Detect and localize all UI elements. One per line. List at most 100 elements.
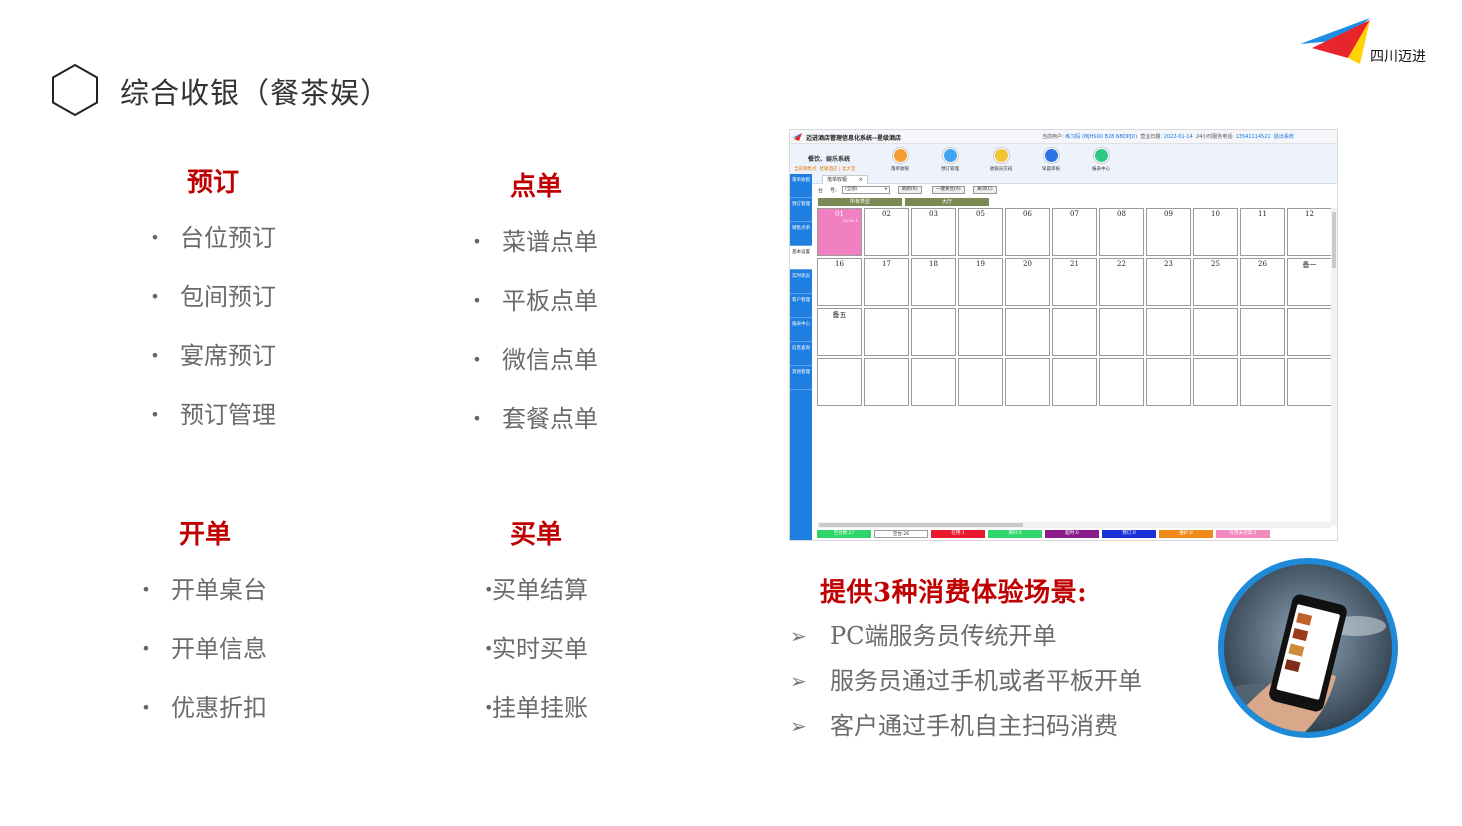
sidebar-item[interactable]: 落单收银 — [790, 174, 812, 198]
list-item: • 微信点单 — [466, 345, 598, 404]
sidebar-item[interactable]: 客户管理 — [790, 294, 812, 318]
scenario-item: ➢ 服务员通过手机或者平板开单 — [790, 663, 1142, 708]
table-cell[interactable]: 10 — [1193, 208, 1238, 256]
legend-item: 在用未点菜:1 — [1216, 530, 1270, 538]
table-cell[interactable] — [1240, 308, 1285, 356]
close-icon[interactable]: × — [859, 177, 863, 183]
table-cell[interactable]: 12 — [1287, 208, 1332, 256]
table-cell[interactable]: 备五 — [817, 308, 862, 356]
table-cell[interactable] — [958, 358, 1003, 406]
refresh-button[interactable]: 刷新(R) — [898, 186, 922, 194]
bullet-icon: • — [484, 698, 494, 717]
table-cell[interactable] — [817, 358, 862, 406]
section-heading-open-bill: 开单 — [179, 520, 232, 550]
table-cell[interactable]: 22 — [1099, 258, 1144, 306]
table-cell[interactable]: 23 — [1146, 258, 1191, 306]
toolbar-button-reports[interactable]: 报表中心 — [1084, 148, 1118, 180]
sidebar-item[interactable]: 信息查询 — [790, 342, 812, 366]
legend-item: 预订:0 — [1102, 530, 1156, 538]
table-cell[interactable]: 26 — [1240, 258, 1285, 306]
bullet-icon: • — [472, 291, 482, 310]
legend-item: 维护:0 — [1159, 530, 1213, 538]
table-cell[interactable]: 02 — [864, 208, 909, 256]
table-cell[interactable] — [1146, 358, 1191, 406]
table-note: 28.00 1 — [842, 218, 858, 223]
bullet-icon: • — [150, 346, 160, 365]
page-title: 综合收银（餐茶娱） — [120, 76, 391, 110]
table-cell[interactable]: 07 — [1052, 208, 1097, 256]
table-cell[interactable] — [1099, 308, 1144, 356]
sales-point: 当前销售点: 星级酒店 | 北大堂 — [794, 167, 856, 172]
table-cell[interactable] — [1287, 358, 1332, 406]
table-cell[interactable] — [1240, 358, 1285, 406]
table-select[interactable]: (全部) ▾ — [842, 186, 890, 194]
close-button[interactable]: 关闭(C) — [973, 186, 997, 194]
app-titlebar: 迈进酒店管理信息化系统--星级酒店 当前用户: 练习码 (MJHS00 B28 … — [790, 130, 1337, 144]
table-cell[interactable] — [1287, 308, 1332, 356]
scenario-list: ➢ PC端服务员传统开单 ➢ 服务员通过手机或者平板开单 ➢ 客户通过手机自主扫码消费 — [790, 618, 1142, 753]
sidebar-item[interactable]: 基本设置 — [790, 246, 812, 270]
table-cell[interactable]: 19 — [958, 258, 1003, 306]
exit-link[interactable]: 退出系统 — [1274, 134, 1294, 140]
type-tab-all[interactable]: 所有类型 — [818, 198, 902, 206]
toolbar-button-shift[interactable]: 收银员交班 — [984, 148, 1018, 180]
table-cell[interactable] — [1005, 358, 1050, 406]
table-cell[interactable]: 25 — [1193, 258, 1238, 306]
toolbar-button-reservation[interactable]: 预订管理 — [933, 148, 967, 180]
sidebar-item[interactable]: 报表中心 — [790, 318, 812, 342]
table-cell[interactable]: 16 — [817, 258, 862, 306]
logo-text: 四川迈进 — [1370, 49, 1426, 65]
filter-bar: 台 号: (全部) ▾ 刷新(R) 一键关台(A) 关闭(C) — [816, 185, 1336, 196]
sidebar-item[interactable]: 其他管理 — [790, 366, 812, 390]
list-item: • 实时买单 — [484, 635, 588, 663]
list-item: • 开单桌台 — [135, 575, 267, 634]
table-cell[interactable]: 20 — [1005, 258, 1050, 306]
table-cell[interactable]: 17 — [864, 258, 909, 306]
table-cell[interactable] — [1193, 308, 1238, 356]
sidebar-item[interactable]: 销售点单 — [790, 222, 812, 246]
table-cell[interactable]: 01 28.00 1 — [817, 208, 862, 256]
table-cell[interactable]: 09 — [1146, 208, 1191, 256]
table-cell[interactable] — [958, 308, 1003, 356]
table-cell[interactable]: 08 — [1099, 208, 1144, 256]
table-cell[interactable]: 11 — [1240, 208, 1285, 256]
bullet-icon: • — [141, 580, 151, 599]
table-cell[interactable] — [1099, 358, 1144, 406]
list-item: • 宴席预订 — [144, 341, 276, 400]
sidebar-item[interactable]: 预订管理 — [790, 198, 812, 222]
table-cell[interactable] — [1193, 358, 1238, 406]
table-cell[interactable] — [864, 358, 909, 406]
table-cell[interactable] — [1052, 358, 1097, 406]
sidebar-item[interactable]: 实时状态 — [790, 270, 812, 294]
table-cell[interactable]: 备一 — [1287, 258, 1332, 306]
checkout-icon — [892, 148, 908, 163]
legend-item: 超时:0 — [1045, 530, 1099, 538]
horizontal-scrollbar[interactable] — [817, 522, 1331, 528]
table-cell[interactable]: 05 — [958, 208, 1003, 256]
clear-tables-button[interactable]: 一键关台(A) — [932, 186, 965, 194]
table-cell[interactable]: 21 — [1052, 258, 1097, 306]
table-cell[interactable]: 03 — [911, 208, 956, 256]
table-cell[interactable] — [1052, 308, 1097, 356]
scenario-item: ➢ 客户通过手机自主扫码消费 — [790, 708, 1142, 753]
list-item: • 买单结算 — [484, 576, 588, 604]
vertical-scrollbar[interactable] — [1331, 208, 1337, 526]
toolbar-button-checkout[interactable]: 落单收银 — [883, 148, 917, 180]
tab-checkout[interactable]: 落单收银 × — [822, 175, 868, 184]
table-grid: 01 28.00 1 02 03 05 06 07 08 09 10 11 12 16 17 18 19 20 2… — [817, 208, 1332, 410]
table-cell[interactable] — [1005, 308, 1050, 356]
table-cell[interactable]: 18 — [911, 258, 956, 306]
table-cell[interactable] — [911, 308, 956, 356]
toolbar-button-audit[interactable]: 早晨审核 — [1034, 148, 1068, 180]
checkout-list: • 买单结算 • 实时买单 • 挂单挂账 — [484, 575, 588, 752]
table-cell[interactable] — [911, 358, 956, 406]
open-bill-list: • 开单桌台 • 开单信息 • 优惠折扣 — [135, 575, 267, 752]
scenario-item: ➢ PC端服务员传统开单 — [790, 618, 1142, 663]
table-cell[interactable] — [864, 308, 909, 356]
arrow-bullet-icon: ➢ — [790, 714, 807, 738]
table-cell[interactable]: 06 — [1005, 208, 1050, 256]
type-tab-hall[interactable]: 大厅 — [905, 198, 989, 206]
list-item: • 菜谱点单 — [466, 227, 598, 286]
table-cell[interactable] — [1146, 308, 1191, 356]
list-item: • 台位预订 — [144, 223, 276, 282]
